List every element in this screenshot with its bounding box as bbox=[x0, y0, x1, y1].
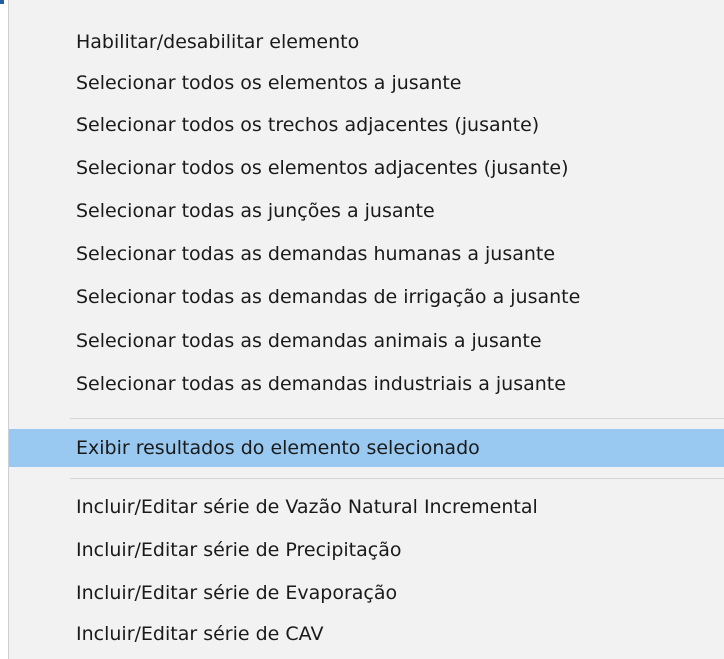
menu-item-show-results[interactable]: Exibir resultados do elemento selecionad… bbox=[9, 429, 724, 467]
menu-item-select-human-demands[interactable]: Selecionar todas as demandas humanas a j… bbox=[9, 235, 724, 273]
menu-item-select-adjacent-reaches[interactable]: Selecionar todos os trechos adjacentes (… bbox=[9, 106, 724, 144]
menu-separator bbox=[70, 418, 724, 419]
menu-item-select-irrigation-demands[interactable]: Selecionar todas as demandas de irrigaçã… bbox=[9, 278, 724, 316]
context-menu: Habilitar/desabilitar elemento Seleciona… bbox=[8, 0, 724, 659]
window-corner-mark bbox=[0, 0, 4, 4]
menu-item-select-animal-demands[interactable]: Selecionar todas as demandas animais a j… bbox=[9, 322, 724, 360]
menu-item-toggle-element[interactable]: Habilitar/desabilitar elemento bbox=[9, 23, 724, 61]
menu-item-edit-precipitation-series[interactable]: Incluir/Editar série de Precipitação bbox=[9, 531, 724, 569]
menu-item-select-industrial-demands[interactable]: Selecionar todas as demandas industriais… bbox=[9, 365, 724, 403]
menu-item-edit-evaporation-series[interactable]: Incluir/Editar série de Evaporação bbox=[9, 574, 724, 612]
menu-item-select-downstream-junctions[interactable]: Selecionar todas as junções a jusante bbox=[9, 192, 724, 230]
menu-item-select-downstream-elements[interactable]: Selecionar todos os elementos a jusante bbox=[9, 64, 724, 102]
menu-item-select-adjacent-elements[interactable]: Selecionar todos os elementos adjacentes… bbox=[9, 149, 724, 187]
menu-item-edit-natural-flow-series[interactable]: Incluir/Editar série de Vazão Natural In… bbox=[9, 488, 724, 526]
menu-item-edit-cav-series[interactable]: Incluir/Editar série de CAV bbox=[9, 615, 724, 653]
menu-separator bbox=[70, 478, 724, 479]
